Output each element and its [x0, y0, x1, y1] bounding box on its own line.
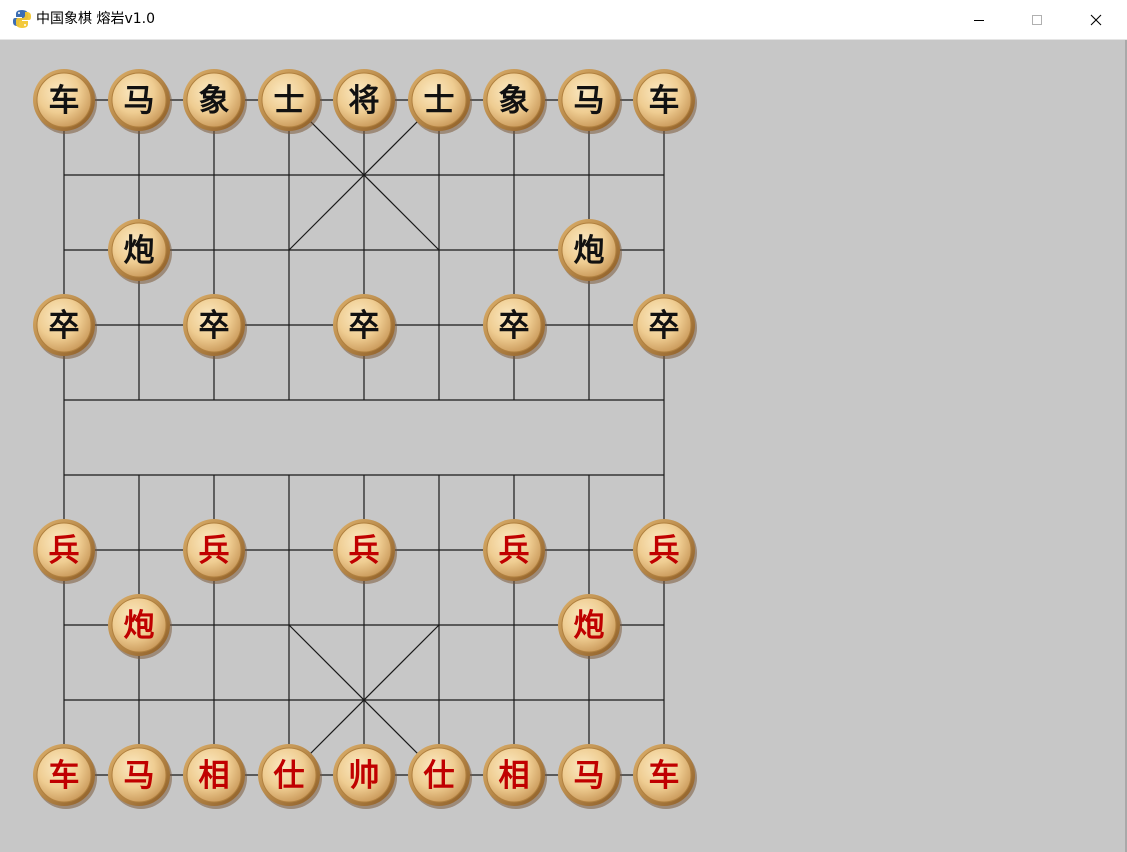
board-grid: [63, 99, 665, 776]
piece-label: 卒: [199, 308, 230, 344]
black-piece[interactable]: 士: [258, 69, 322, 134]
piece-label: 卒: [499, 308, 530, 344]
black-piece[interactable]: 炮: [108, 219, 172, 284]
piece-label: 炮: [124, 608, 155, 644]
piece-label: 仕: [274, 758, 305, 794]
piece-label: 兵: [349, 533, 380, 569]
piece-label: 车: [649, 83, 680, 119]
piece-label: 兵: [49, 533, 80, 569]
python-snake-icon: [13, 10, 31, 28]
piece-label: 仕: [424, 758, 455, 794]
pieces-layer: 车马象士将士象马车炮 炮卒卒卒卒卒兵兵兵兵兵炮 炮车马相仕帅仕相马车: [33, 69, 697, 809]
piece-label: 士: [424, 83, 455, 119]
black-piece[interactable]: 炮: [558, 219, 622, 284]
red-piece[interactable]: 兵: [183, 519, 247, 584]
red-piece[interactable]: 车: [33, 744, 97, 809]
black-piece[interactable]: 车: [633, 69, 697, 134]
piece-label: 象: [499, 83, 530, 119]
piece-label: 卒: [49, 308, 80, 344]
piece-label: 车: [49, 758, 80, 794]
black-piece[interactable]: 卒: [633, 294, 697, 359]
red-piece[interactable]: 兵: [633, 519, 697, 584]
piece-label: 相: [499, 758, 530, 794]
piece-label: 相: [199, 758, 230, 794]
red-piece[interactable]: 仕: [258, 744, 322, 809]
piece-label: 马: [124, 758, 155, 794]
black-piece[interactable]: 卒: [33, 294, 97, 359]
black-piece[interactable]: 象: [183, 69, 247, 134]
piece-label: 兵: [199, 533, 230, 569]
red-piece[interactable]: 兵: [33, 519, 97, 584]
piece-label: 兵: [649, 533, 680, 569]
piece-label: 炮: [124, 233, 155, 269]
red-piece[interactable]: 兵: [483, 519, 547, 584]
piece-label: 马: [574, 758, 605, 794]
maximize-button[interactable]: [1008, 0, 1066, 39]
black-piece[interactable]: 将: [333, 69, 397, 134]
close-button[interactable]: [1067, 0, 1125, 39]
piece-label: 马: [574, 83, 605, 119]
title-bar: 中国象棋 熔岩v1.0: [0, 0, 1127, 40]
close-icon: [1090, 14, 1102, 25]
piece-label: 帅: [349, 758, 380, 794]
red-piece[interactable]: 马: [558, 744, 622, 809]
piece-label: 士: [274, 83, 305, 119]
piece-label: 卒: [349, 308, 380, 344]
maximize-icon: [1032, 14, 1042, 25]
piece-label: 将: [349, 83, 380, 119]
piece-label: 马: [124, 83, 155, 119]
red-piece[interactable]: 相: [483, 744, 547, 809]
piece-label: 炮: [574, 233, 605, 269]
piece-label: 卒: [649, 308, 680, 344]
red-piece[interactable]: 炮: [108, 594, 172, 659]
xiangqi-board[interactable]: 车马象士将士象马车炮 炮卒卒卒卒卒兵兵兵兵兵炮 炮车马相仕帅仕相马车: [0, 40, 720, 852]
red-piece[interactable]: 兵: [333, 519, 397, 584]
red-piece[interactable]: 帅: [333, 744, 397, 809]
red-piece[interactable]: 相: [183, 744, 247, 809]
piece-label: 兵: [499, 533, 530, 569]
black-piece[interactable]: 卒: [333, 294, 397, 359]
black-piece[interactable]: 士: [408, 69, 472, 134]
black-piece[interactable]: 马: [108, 69, 172, 134]
piece-label: 炮: [574, 608, 605, 644]
black-piece[interactable]: 马: [558, 69, 622, 134]
black-piece[interactable]: 车: [33, 69, 97, 134]
piece-label: 车: [49, 83, 80, 119]
red-piece[interactable]: 炮: [558, 594, 622, 659]
red-piece[interactable]: 马: [108, 744, 172, 809]
window-title: 中国象棋 熔岩v1.0: [36, 11, 155, 27]
black-piece[interactable]: 卒: [483, 294, 547, 359]
red-piece[interactable]: 车: [633, 744, 697, 809]
minimize-button[interactable]: [950, 0, 1008, 39]
piece-label: 象: [199, 83, 230, 119]
red-piece[interactable]: 仕: [408, 744, 472, 809]
piece-label: 车: [649, 758, 680, 794]
black-piece[interactable]: 象: [483, 69, 547, 134]
minimize-icon: [974, 19, 984, 21]
black-piece[interactable]: 卒: [183, 294, 247, 359]
